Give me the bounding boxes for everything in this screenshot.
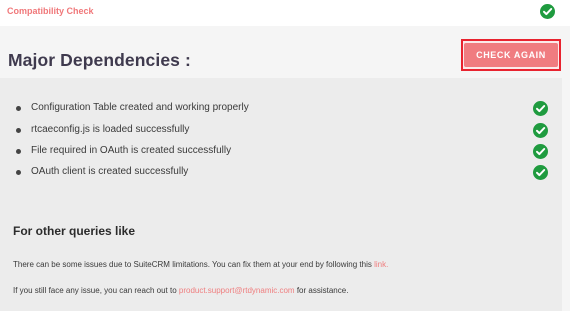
check-circle-icon: [533, 144, 548, 159]
page-title: Major Dependencies :: [8, 50, 191, 70]
dependency-label: rtcaeconfig.js is loaded successfully: [31, 124, 190, 135]
bullet-icon: [16, 149, 21, 154]
bullet-icon: [16, 170, 21, 175]
limitations-text: There can be some issues due to SuiteCRM…: [13, 260, 375, 269]
compatibility-check-bar: Compatibility Check: [0, 0, 570, 26]
support-email-link[interactable]: product.support@rtdynamic.com: [179, 286, 295, 295]
check-again-button[interactable]: CHECK AGAIN: [464, 43, 558, 67]
check-circle-icon: [540, 4, 555, 19]
check-circle-icon: [533, 101, 548, 116]
check-circle-icon: [533, 165, 548, 180]
compatibility-check-title: Compatibility Check: [7, 6, 94, 16]
queries-title: For other queries like: [13, 224, 136, 238]
fix-link[interactable]: link.: [374, 260, 388, 269]
dependencies-panel: Configuration Table created and working …: [0, 78, 562, 311]
dependency-label: File required in OAuth is created succes…: [31, 145, 232, 156]
bullet-icon: [16, 128, 21, 133]
limitations-note: There can be some issues due to SuiteCRM…: [13, 260, 388, 269]
bullet-icon: [16, 106, 21, 111]
support-text: If you still face any issue, you can rea…: [13, 286, 179, 295]
list-item: OAuth client is created successfully: [0, 164, 562, 180]
list-item: File required in OAuth is created succes…: [0, 143, 562, 159]
support-note: If you still face any issue, you can rea…: [13, 286, 348, 295]
list-item: rtcaeconfig.js is loaded successfully: [0, 122, 562, 138]
major-dependencies-header: Major Dependencies : CHECK AGAIN: [0, 26, 570, 78]
check-circle-icon: [533, 123, 548, 138]
dependency-label: OAuth client is created successfully: [31, 166, 189, 177]
dependency-label: Configuration Table created and working …: [31, 102, 249, 113]
list-item: Configuration Table created and working …: [0, 100, 562, 116]
support-suffix: for assistance.: [294, 286, 349, 295]
